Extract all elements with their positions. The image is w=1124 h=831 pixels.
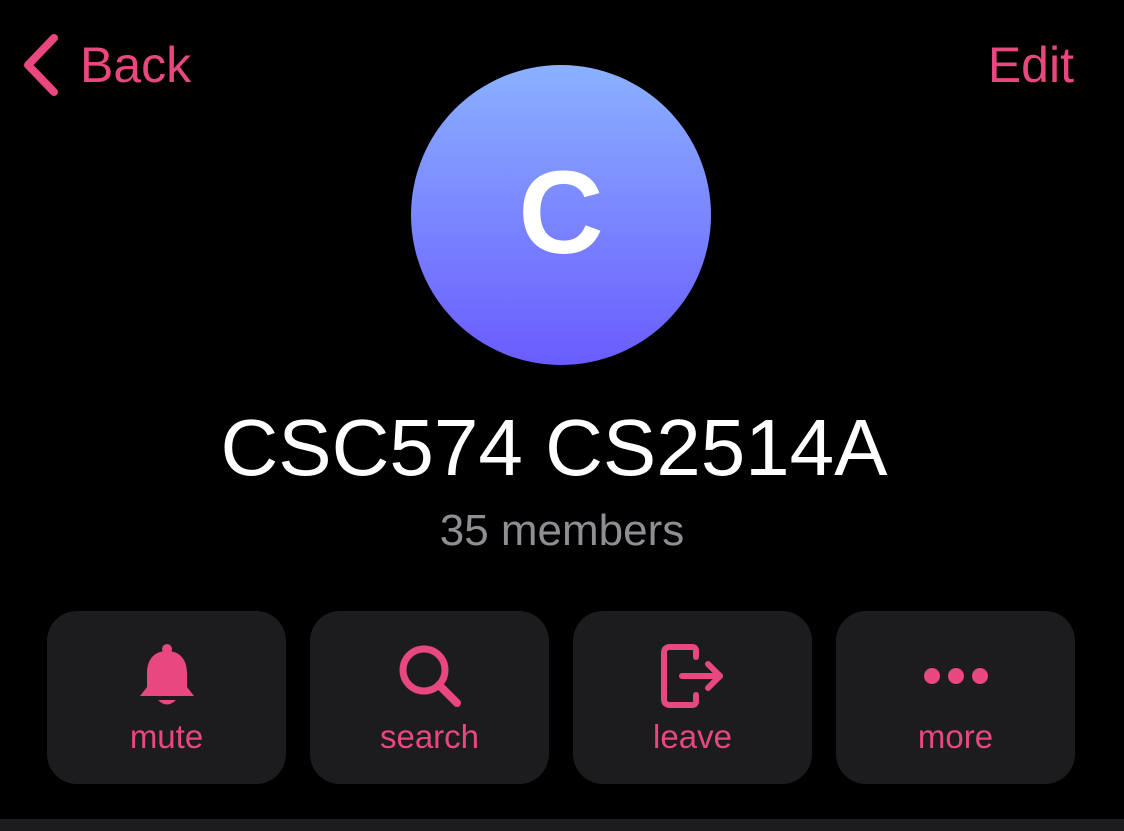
more-button[interactable]: more [836,611,1075,784]
back-label: Back [80,37,192,93]
avatar-initial: C [518,147,604,279]
bottom-divider [0,819,1124,831]
chevron-left-icon [20,32,80,98]
back-button[interactable]: Back [20,30,191,100]
leave-button[interactable]: leave [573,611,812,784]
member-count: 35 members [439,506,685,555]
bell-icon [137,641,197,711]
leave-label: leave [653,718,732,755]
search-button[interactable]: search [310,611,549,784]
avatar: C [411,65,711,365]
action-bar: mute search leave more [47,611,1075,784]
mute-button[interactable]: mute [47,611,286,784]
search-label: search [379,718,480,755]
ellipsis-icon [922,641,990,711]
group-title: CSC574 CS2514A [220,403,888,492]
group-info-screen: Back Edit C CSC574 CS2514A 35 members mu… [0,0,1124,831]
search-icon [397,641,463,711]
more-label: more [917,718,994,755]
leave-icon [660,641,726,711]
edit-button[interactable]: Edit [988,30,1074,100]
mute-label: mute [129,718,204,755]
